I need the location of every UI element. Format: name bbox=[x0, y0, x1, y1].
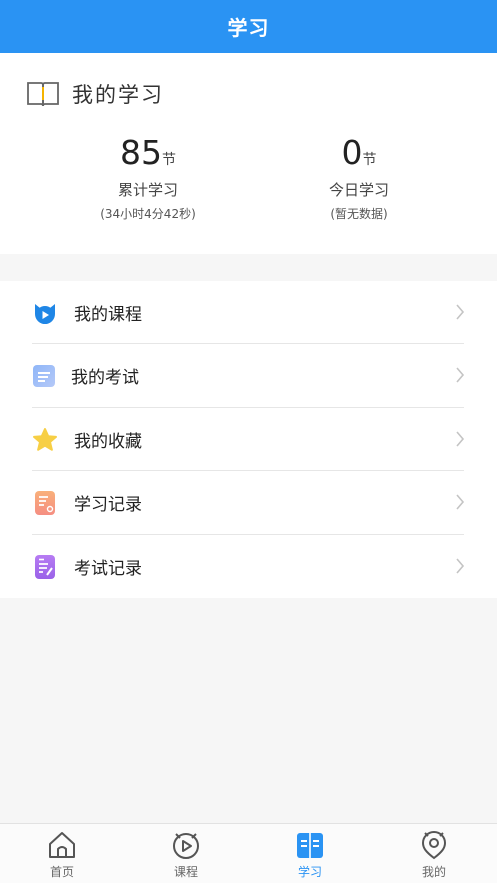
total-study-stat: 85节 累计学习 (34小时4分42秒) bbox=[68, 133, 228, 222]
today-study-count: 0 bbox=[341, 133, 363, 172]
tab-label: 学习 bbox=[297, 865, 322, 879]
bottom-tab-bar: 首页 课程 学习 我的 bbox=[0, 823, 497, 883]
course-play-icon bbox=[35, 304, 55, 324]
menu-item-my-exams[interactable]: 我的考试 bbox=[0, 344, 497, 407]
menu-item-label: 考试记录 bbox=[74, 559, 142, 579]
summary-title: 我的学习 bbox=[72, 83, 164, 107]
menu-item-study-records[interactable]: 学习记录 bbox=[0, 471, 497, 534]
chevron-right-icon bbox=[456, 304, 465, 320]
tab-label: 课程 bbox=[173, 865, 198, 879]
today-study-unit: 节 bbox=[362, 152, 377, 168]
home-icon bbox=[49, 832, 75, 858]
study-record-icon bbox=[35, 491, 55, 515]
exam-record-icon bbox=[35, 555, 55, 579]
study-menu: 我的课程 我的考试 我的收藏 学习记录 考试记录 bbox=[0, 281, 497, 598]
total-study-label: 累计学习 bbox=[117, 181, 178, 199]
course-icon bbox=[173, 833, 199, 859]
tab-label: 首页 bbox=[49, 865, 74, 879]
today-study-stat: 0节 今日学习 (暂无数据) bbox=[279, 133, 439, 222]
menu-item-label: 我的收藏 bbox=[74, 432, 142, 452]
total-study-unit: 节 bbox=[162, 152, 176, 168]
chevron-right-icon bbox=[456, 367, 465, 383]
chevron-right-icon bbox=[456, 494, 465, 510]
menu-item-label: 学习记录 bbox=[74, 495, 142, 515]
tab-label: 我的 bbox=[421, 865, 446, 879]
chevron-right-icon bbox=[456, 431, 465, 447]
page-title: 学习 bbox=[227, 16, 270, 40]
study-book-icon bbox=[297, 833, 323, 858]
menu-item-label: 我的课程 bbox=[74, 305, 142, 325]
tab-study[interactable]: 学习 bbox=[248, 824, 372, 883]
star-icon bbox=[33, 428, 57, 451]
menu-item-label: 我的考试 bbox=[71, 368, 139, 388]
menu-item-exam-records[interactable]: 考试记录 bbox=[0, 535, 497, 598]
top-bar: 学习 bbox=[0, 0, 497, 53]
summary-header: 我的学习 bbox=[26, 79, 164, 109]
profile-icon bbox=[421, 831, 447, 860]
chevron-right-icon bbox=[456, 558, 465, 574]
open-book-icon bbox=[27, 82, 59, 107]
tab-home[interactable]: 首页 bbox=[0, 824, 124, 883]
total-study-duration: (34小时4分42秒) bbox=[100, 207, 196, 221]
study-summary-card: 我的学习 85节 累计学习 (34小时4分42秒) 0节 今日学习 (暂无数据) bbox=[0, 53, 497, 254]
today-study-detail: (暂无数据) bbox=[330, 207, 388, 221]
total-study-count: 85 bbox=[120, 133, 162, 172]
exam-icon bbox=[33, 365, 55, 387]
tab-mine[interactable]: 我的 bbox=[372, 824, 496, 883]
menu-item-my-favorites[interactable]: 我的收藏 bbox=[0, 408, 497, 471]
tab-courses[interactable]: 课程 bbox=[124, 824, 248, 883]
today-study-label: 今日学习 bbox=[328, 181, 389, 199]
menu-item-my-courses[interactable]: 我的课程 bbox=[0, 281, 497, 344]
